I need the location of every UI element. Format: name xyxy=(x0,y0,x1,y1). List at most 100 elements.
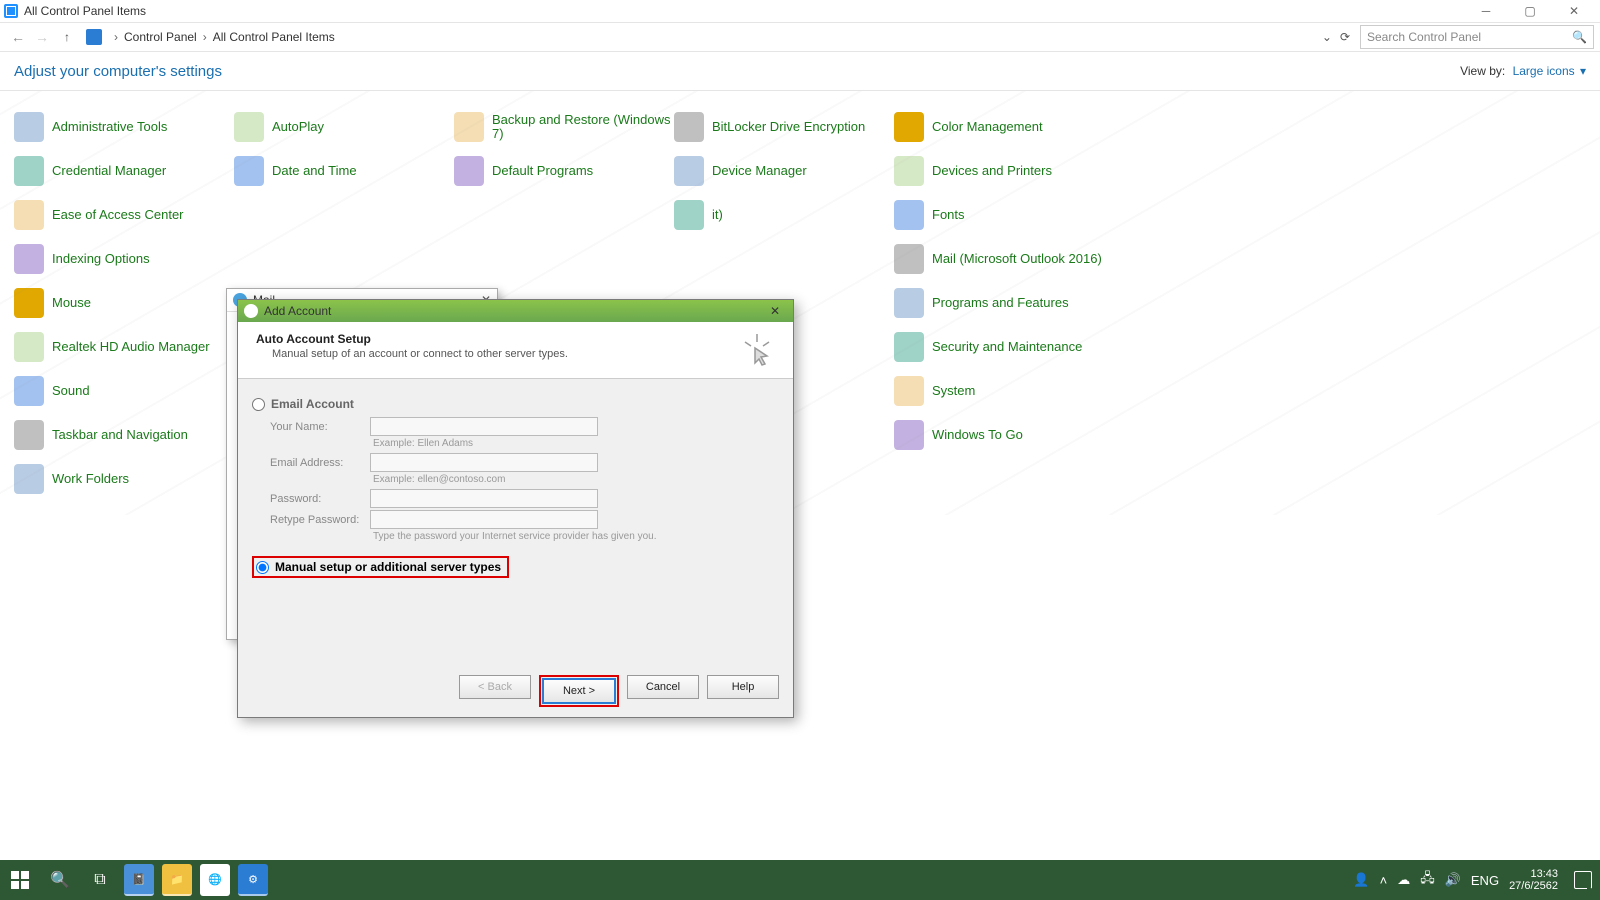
dialog-title: Add Account xyxy=(264,304,331,318)
control-panel-item[interactable]: Sound xyxy=(14,373,234,409)
control-panel-item-label: Credential Manager xyxy=(52,164,166,178)
notifications-button[interactable] xyxy=(1574,871,1592,889)
refresh-button[interactable]: ⟳ xyxy=(1340,30,1350,44)
radio-email-input[interactable] xyxy=(252,398,265,411)
control-panel-item[interactable]: Default Programs xyxy=(454,153,674,189)
dialog-titlebar: Add Account ✕ xyxy=(238,300,793,322)
maximize-button[interactable]: ▢ xyxy=(1508,0,1552,22)
taskbar-search-button[interactable]: 🔍 xyxy=(40,860,80,900)
control-panel-item[interactable]: System xyxy=(894,373,1114,409)
heading-row: Adjust your computer's settings View by:… xyxy=(0,52,1600,91)
control-panel-item-label: Backup and Restore (Windows 7) xyxy=(492,113,674,142)
control-panel-item-icon xyxy=(894,112,924,142)
control-panel-item[interactable]: Work Folders xyxy=(14,461,234,497)
back-button[interactable]: ← xyxy=(6,25,30,49)
control-panel-item-icon xyxy=(674,156,704,186)
password-label: Password: xyxy=(270,493,370,505)
taskbar-app-1[interactable]: 📓 xyxy=(124,864,154,896)
cancel-button[interactable]: Cancel xyxy=(627,675,699,699)
taskbar-apps: 📓 📁 🌐 ⚙ xyxy=(120,859,272,900)
yourname-label: Your Name: xyxy=(270,421,370,433)
control-panel-item[interactable]: Programs and Features xyxy=(894,285,1114,321)
control-panel-item[interactable]: Security and Maintenance xyxy=(894,329,1114,365)
control-panel-item-icon xyxy=(894,244,924,274)
control-panel-item[interactable]: Indexing Options xyxy=(14,241,234,277)
dialog-body: Email Account Your Name: Example: Ellen … xyxy=(238,379,793,582)
tray-clock[interactable]: 13:43 27/6/2562 xyxy=(1509,868,1558,892)
email-form: Your Name: Example: Ellen Adams Email Ad… xyxy=(270,417,779,542)
search-input[interactable]: Search Control Panel 🔍 xyxy=(1360,25,1594,49)
tray-people-icon[interactable]: 👤 xyxy=(1353,872,1369,888)
taskbar-file-explorer[interactable]: 📁 xyxy=(162,864,192,896)
control-panel-item[interactable]: Color Management xyxy=(894,109,1114,145)
view-by-label: View by: xyxy=(1460,64,1505,78)
close-button[interactable]: ✕ xyxy=(1552,0,1596,22)
control-panel-item-icon xyxy=(14,112,44,142)
control-panel-item-label: Windows To Go xyxy=(932,428,1023,442)
start-button[interactable] xyxy=(0,860,40,900)
control-panel-item-icon xyxy=(454,156,484,186)
control-panel-item-icon xyxy=(894,156,924,186)
control-panel-item[interactable]: Administrative Tools xyxy=(14,109,234,145)
wizard-cursor-icon xyxy=(739,332,775,368)
control-panel-item[interactable]: Windows To Go xyxy=(894,417,1114,453)
taskbar-control-panel[interactable]: ⚙ xyxy=(238,864,268,896)
control-panel-item-label: Fonts xyxy=(932,208,965,222)
tray-language[interactable]: ENG xyxy=(1471,873,1499,888)
tray-chevron-up-icon[interactable]: ˄ xyxy=(1380,873,1388,888)
control-panel-item-label: Taskbar and Navigation xyxy=(52,428,188,442)
radio-manual-setup[interactable]: Manual setup or additional server types xyxy=(252,556,509,578)
up-button[interactable]: ↑ xyxy=(58,28,76,46)
breadcrumb[interactable]: › Control Panel › All Control Panel Item… xyxy=(108,30,1322,44)
help-button[interactable]: Help xyxy=(707,675,779,699)
forward-button[interactable]: → xyxy=(30,25,54,49)
control-panel-item[interactable]: Credential Manager xyxy=(14,153,234,189)
view-by-value[interactable]: Large icons xyxy=(1513,64,1575,78)
window-titlebar: All Control Panel Items ─ ▢ ✕ xyxy=(0,0,1600,23)
control-panel-item[interactable]: Devices and Printers xyxy=(894,153,1114,189)
control-panel-item-icon xyxy=(14,244,44,274)
control-panel-item[interactable]: Taskbar and Navigation xyxy=(14,417,234,453)
control-panel-item[interactable]: Ease of Access Center xyxy=(14,197,234,233)
control-panel-item[interactable]: Realtek HD Audio Manager xyxy=(14,329,234,365)
control-panel-item[interactable]: Date and Time xyxy=(234,153,454,189)
control-panel-item[interactable]: Fonts xyxy=(894,197,1114,233)
breadcrumb-root[interactable]: Control Panel xyxy=(124,30,197,44)
dialog-close-button[interactable]: ✕ xyxy=(763,302,787,320)
control-panel-item[interactable]: Backup and Restore (Windows 7) xyxy=(454,109,674,145)
control-panel-item-label: Administrative Tools xyxy=(52,120,167,134)
tray-network-icon[interactable]: 🖧 xyxy=(1420,869,1435,891)
next-button[interactable]: Next > xyxy=(543,679,615,703)
control-panel-item-icon xyxy=(234,156,264,186)
next-button-highlight: Next > xyxy=(539,675,619,707)
taskbar-chrome[interactable]: 🌐 xyxy=(200,864,230,896)
radio-manual-input[interactable] xyxy=(256,561,269,574)
radio-email-account[interactable]: Email Account xyxy=(252,397,779,411)
control-panel-item[interactable]: Device Manager xyxy=(674,153,894,189)
dialog-header-sub: Manual setup of an account or connect to… xyxy=(272,348,739,360)
tray-volume-icon[interactable]: 🔊 xyxy=(1445,872,1461,888)
control-panel-item-label: Work Folders xyxy=(52,472,129,486)
control-panel-item-label: Security and Maintenance xyxy=(932,340,1082,354)
radio-manual-label: Manual setup or additional server types xyxy=(275,560,501,574)
email-input xyxy=(370,453,598,472)
task-view-button[interactable]: ⧉ xyxy=(80,860,120,900)
tray-onedrive-icon[interactable]: ☁ xyxy=(1397,872,1410,888)
control-panel-item[interactable]: BitLocker Drive Encryption xyxy=(674,109,894,145)
breadcrumb-current[interactable]: All Control Panel Items xyxy=(213,30,335,44)
tray-time: 13:43 xyxy=(1509,868,1558,880)
control-panel-item-icon xyxy=(894,420,924,450)
control-panel-item[interactable]: AutoPlay xyxy=(234,109,454,145)
control-panel-item[interactable]: Mail (Microsoft Outlook 2016) xyxy=(894,241,1114,277)
control-panel-item[interactable]: it) xyxy=(674,197,894,233)
chevron-down-icon[interactable]: ▾ xyxy=(1580,64,1586,78)
control-panel-item-label: Devices and Printers xyxy=(932,164,1052,178)
dialog-footer: < Back Next > Cancel Help xyxy=(459,675,779,707)
control-panel-item[interactable]: Mouse xyxy=(14,285,234,321)
retype-label: Retype Password: xyxy=(270,514,370,526)
address-dropdown[interactable]: ⌄ xyxy=(1322,30,1332,44)
control-panel-item-label: AutoPlay xyxy=(272,120,324,134)
yourname-hint: Example: Ellen Adams xyxy=(370,438,779,449)
minimize-button[interactable]: ─ xyxy=(1464,0,1508,22)
nav-bar: ← → ↑ › Control Panel › All Control Pane… xyxy=(0,23,1600,52)
